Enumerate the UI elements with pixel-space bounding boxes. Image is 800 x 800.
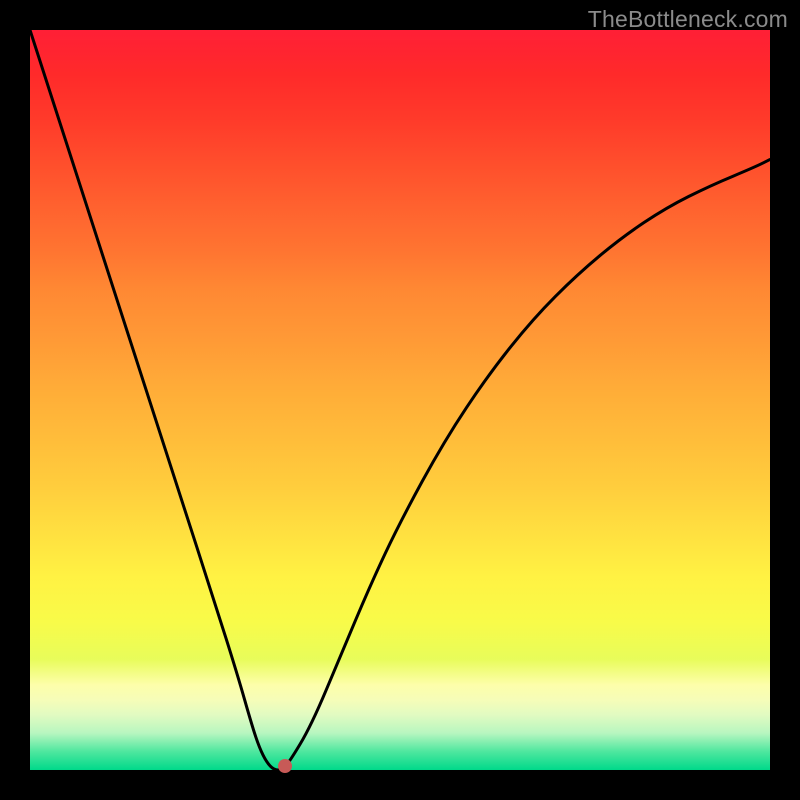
curve-svg [30,30,770,770]
chart-frame: TheBottleneck.com [0,0,800,800]
watermark-label: TheBottleneck.com [588,6,788,33]
minimum-marker [278,759,292,773]
curve-path [30,30,770,770]
plot-area [30,30,770,770]
